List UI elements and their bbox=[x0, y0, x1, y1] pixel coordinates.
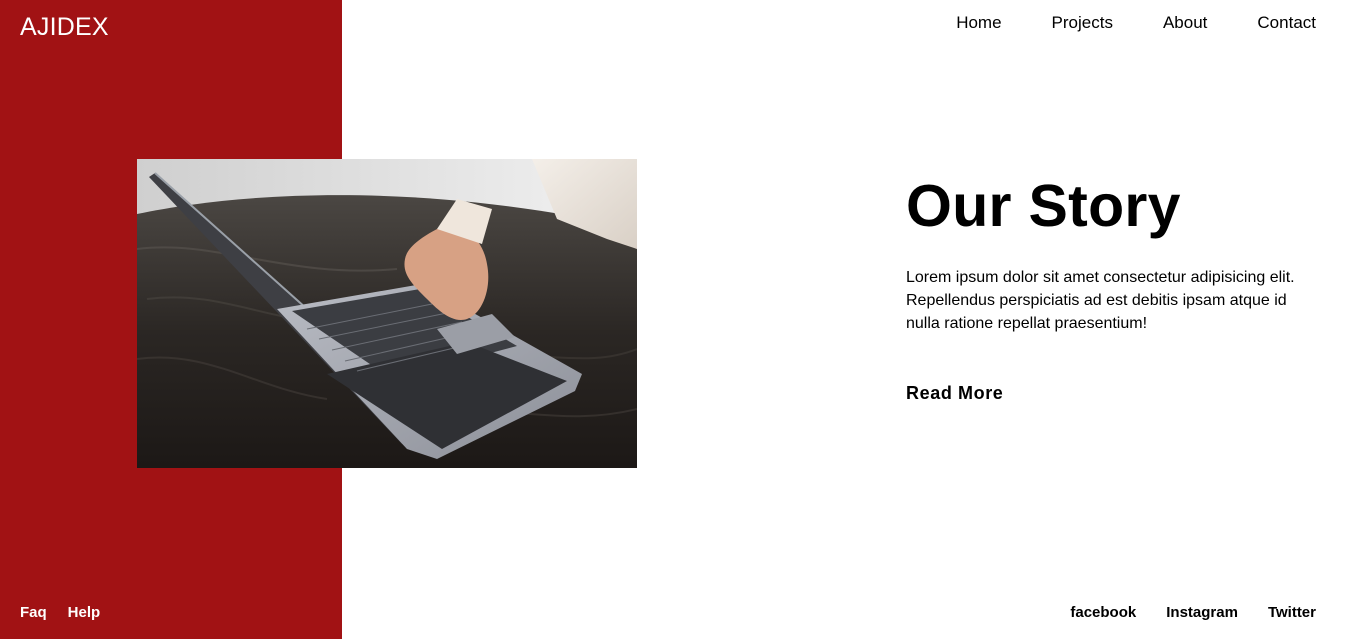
laptop-photo bbox=[137, 159, 637, 468]
nav-home[interactable]: Home bbox=[956, 13, 1001, 33]
nav-about[interactable]: About bbox=[1163, 13, 1207, 33]
story-section: Our Story Lorem ipsum dolor sit amet con… bbox=[906, 172, 1306, 335]
read-more-link[interactable]: Read More bbox=[906, 383, 1003, 404]
brand-logo[interactable]: AJIDEX bbox=[20, 13, 109, 42]
footer-twitter-link[interactable]: Twitter bbox=[1268, 604, 1316, 621]
footer-social-links: facebook Instagram Twitter bbox=[1070, 604, 1316, 621]
story-title: Our Story bbox=[906, 173, 1181, 239]
story-body: Lorem ipsum dolor sit amet consectetur a… bbox=[906, 269, 1295, 332]
main-nav: Home Projects About Contact bbox=[956, 13, 1316, 33]
footer-facebook-link[interactable]: facebook bbox=[1070, 604, 1136, 621]
footer-left-links: Faq Help bbox=[20, 604, 121, 621]
nav-contact[interactable]: Contact bbox=[1257, 13, 1316, 33]
footer-faq-link[interactable]: Faq bbox=[20, 604, 47, 621]
nav-projects[interactable]: Projects bbox=[1052, 13, 1113, 33]
footer-help-link[interactable]: Help bbox=[68, 604, 101, 621]
footer-instagram-link[interactable]: Instagram bbox=[1166, 604, 1238, 621]
